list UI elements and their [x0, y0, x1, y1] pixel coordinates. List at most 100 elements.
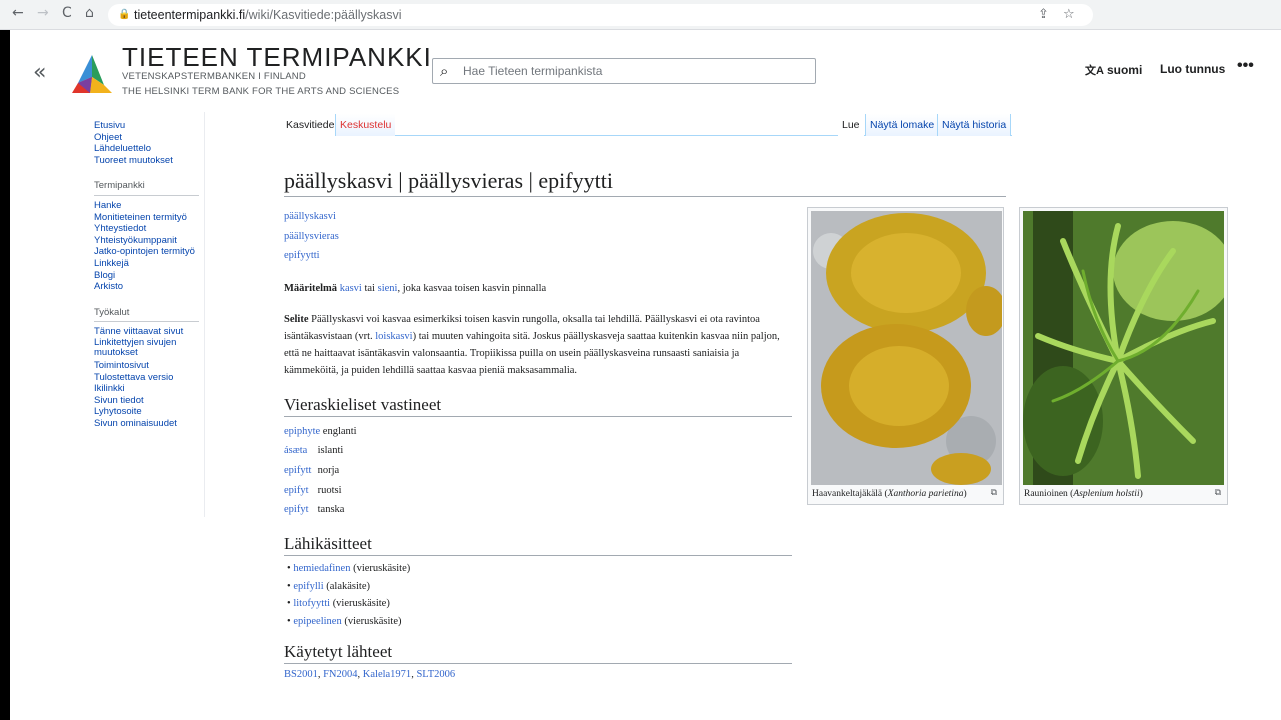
enlarge-icon[interactable]: ⧉ — [991, 488, 997, 498]
synonym-link[interactable]: epifyytti — [284, 246, 804, 266]
tab-history[interactable]: Näytä historia — [937, 114, 1012, 136]
sidebar: Etusivu Ohjeet Lähdeluettelo Tuoreet muu… — [94, 120, 204, 429]
share-icon[interactable]: ⇪ — [1038, 4, 1049, 26]
sidebar-item-yhteystiedot[interactable]: Yhteystiedot — [94, 223, 204, 235]
foreign-term-language: norja — [317, 464, 340, 476]
foreign-terms-table: epiphyte englanti ásæta islanti epifytt … — [284, 422, 804, 521]
table-row: epiphyte englanti — [284, 422, 804, 442]
sidebar-item-special-pages[interactable]: Toimintosivut — [94, 360, 204, 372]
page-title: päällyskasvi | päällysvieras | epifyytti — [284, 168, 1006, 197]
url-path: /wiki/Kasvitiede:päällyskasvi — [245, 8, 402, 22]
figure-caption: Haavankeltajäkälä (Xanthoria parietina) — [812, 489, 967, 499]
sidebar-heading-tyokalut: Työkalut — [94, 307, 199, 323]
table-row: epifytt norja — [284, 461, 804, 481]
create-account-link[interactable]: Luo tunnus — [1160, 62, 1225, 76]
table-row: ásæta islanti — [284, 441, 804, 461]
foreign-term-link[interactable]: epifytt — [284, 461, 315, 481]
lock-icon: 🔒 — [118, 9, 131, 20]
source-link[interactable]: SLT2006 — [416, 669, 455, 680]
translate-icon: 文A — [1085, 65, 1104, 77]
caption-species: Asplenium holstii — [1073, 489, 1140, 499]
definition-connector: tai — [361, 282, 378, 294]
url-host: tieteentermipankki.fi — [134, 8, 246, 22]
list-item: • litofyytti (vieruskäsite) — [287, 598, 390, 610]
definition-link-sieni[interactable]: sieni — [378, 283, 398, 294]
synonym-link[interactable]: päällysvieras — [284, 227, 804, 247]
related-concept-link[interactable]: litofyytti — [293, 598, 330, 609]
foreign-term-language: ruotsi — [317, 484, 342, 496]
caption-text: ) — [963, 489, 967, 499]
bookmark-star-icon[interactable]: ☆ — [1063, 4, 1075, 26]
related-concept-link[interactable]: hemiedafinen — [293, 563, 350, 574]
sidebar-item-arkisto[interactable]: Arkisto — [94, 281, 204, 293]
sidebar-item-short-url[interactable]: Lyhytosoite — [94, 406, 204, 418]
foreign-term-language: englanti — [322, 425, 357, 437]
definition-label: Määritelmä — [284, 282, 338, 294]
tab-show-form[interactable]: Näytä lomake — [865, 114, 939, 136]
foreign-term-link[interactable]: ásæta — [284, 441, 315, 461]
source-link[interactable]: FN2004 — [323, 669, 357, 680]
list-item: • hemiedafinen (vieruskäsite) — [287, 563, 411, 575]
foreign-term-link[interactable]: epifyt — [284, 481, 315, 501]
source-link[interactable]: BS2001 — [284, 669, 318, 680]
sidebar-item-monitieteinen-termityo[interactable]: Monitieteinen termityö — [94, 212, 204, 224]
sidebar-item-lahdeluettelo[interactable]: Lähdeluettelo — [94, 143, 204, 155]
definition-link-kasvi[interactable]: kasvi — [340, 283, 362, 294]
tab-namespace[interactable]: Kasvitiede — [282, 114, 339, 136]
window-edge — [0, 30, 10, 720]
sidebar-item-etusivu[interactable]: Etusivu — [94, 120, 204, 132]
related-concept-link[interactable]: epipeelinen — [293, 616, 341, 627]
sidebar-item-blogi[interactable]: Blogi — [94, 270, 204, 282]
collapse-sidebar-icon[interactable]: « — [33, 60, 46, 85]
sidebar-item-yhteistyokumppanit[interactable]: Yhteistyökumppanit — [94, 235, 204, 247]
sidebar-item-related-changes[interactable]: Linkitettyjen sivujen muutokset — [94, 337, 204, 358]
sidebar-item-hanke[interactable]: Hanke — [94, 200, 204, 212]
tab-discussion[interactable]: Keskustelu — [335, 114, 396, 136]
foreign-term-link[interactable]: epiphyte — [284, 426, 320, 437]
search-icon: ⌕ — [440, 62, 449, 80]
search-input[interactable]: ⌕ Hae Tieteen termipankista — [432, 58, 816, 84]
sidebar-item-ohjeet[interactable]: Ohjeet — [94, 132, 204, 144]
sidebar-item-page-properties[interactable]: Sivun ominaisuudet — [94, 418, 204, 430]
back-icon[interactable]: ← — [12, 5, 24, 21]
site-title[interactable]: TIETEEN TERMIPANKKI — [122, 42, 432, 73]
sidebar-divider — [204, 112, 205, 517]
site-logo[interactable] — [70, 53, 114, 95]
sidebar-item-jatko-opintojen-termityo[interactable]: Jatko-opintojen termityö — [94, 246, 204, 258]
more-options-icon[interactable]: ••• — [1237, 57, 1254, 75]
explanation: Selite Päällyskasvi voi kasvaa esimerkik… — [284, 311, 784, 379]
related-concept-link[interactable]: epifylli — [293, 581, 323, 592]
source-link[interactable]: Kalela1971 — [363, 669, 411, 680]
related-concept-type: (alakäsite) — [323, 580, 370, 592]
foreign-term-link[interactable]: epifyt — [284, 500, 315, 520]
language-button[interactable]: 文A suomi — [1085, 62, 1142, 78]
site-subtitle-swedish: VETENSKAPSTERMBANKEN I FINLAND — [122, 71, 306, 82]
browser-toolbar: ← → C ⌂ 🔒 tieteentermipankki.fi/wiki/Kas… — [0, 0, 1281, 30]
sources-list: BS2001, FN2004, Kalela1971, SLT2006 — [284, 669, 456, 681]
definition-text: , joka kasvaa toisen kasvin pinnalla — [397, 282, 547, 294]
sidebar-item-tuoreet-muutokset[interactable]: Tuoreet muutokset — [94, 155, 204, 167]
section-heading-sources: Käytetyt lähteet — [284, 642, 792, 665]
forward-icon[interactable]: → — [37, 5, 49, 21]
home-icon[interactable]: ⌂ — [85, 5, 94, 21]
sidebar-item-page-info[interactable]: Sivun tiedot — [94, 395, 204, 407]
lichen-photo[interactable] — [811, 211, 1002, 485]
site-subtitle-english: THE HELSINKI TERM BANK FOR THE ARTS AND … — [122, 86, 400, 97]
sidebar-heading-termipankki: Termipankki — [94, 180, 199, 196]
address-bar[interactable]: 🔒 tieteentermipankki.fi/wiki/Kasvitiede:… — [108, 4, 1093, 26]
explanation-label: Selite — [284, 313, 309, 325]
enlarge-icon[interactable]: ⧉ — [1215, 488, 1221, 498]
sidebar-item-permanent-link[interactable]: Ikilinkki — [94, 383, 204, 395]
reload-icon[interactable]: C — [62, 5, 72, 21]
article-content: päällyskasvi | päällysvieras | epifyytti… — [284, 168, 1006, 681]
definition: Määritelmä kasvi tai sieni, joka kasvaa … — [284, 280, 784, 297]
table-row: epifyt tanska — [284, 500, 804, 520]
tab-read[interactable]: Lue — [838, 114, 864, 136]
sidebar-item-linkkeja[interactable]: Linkkejä — [94, 258, 204, 270]
synonym-link[interactable]: päällyskasvi — [284, 207, 804, 227]
sidebar-item-printable-version[interactable]: Tulostettava versio — [94, 372, 204, 384]
caption-text: Raunioinen ( — [1024, 489, 1074, 499]
explanation-link-loiskasvi[interactable]: loiskasvi — [375, 331, 412, 342]
fern-photo[interactable] — [1023, 211, 1224, 485]
foreign-term-language: tanska — [317, 504, 345, 516]
